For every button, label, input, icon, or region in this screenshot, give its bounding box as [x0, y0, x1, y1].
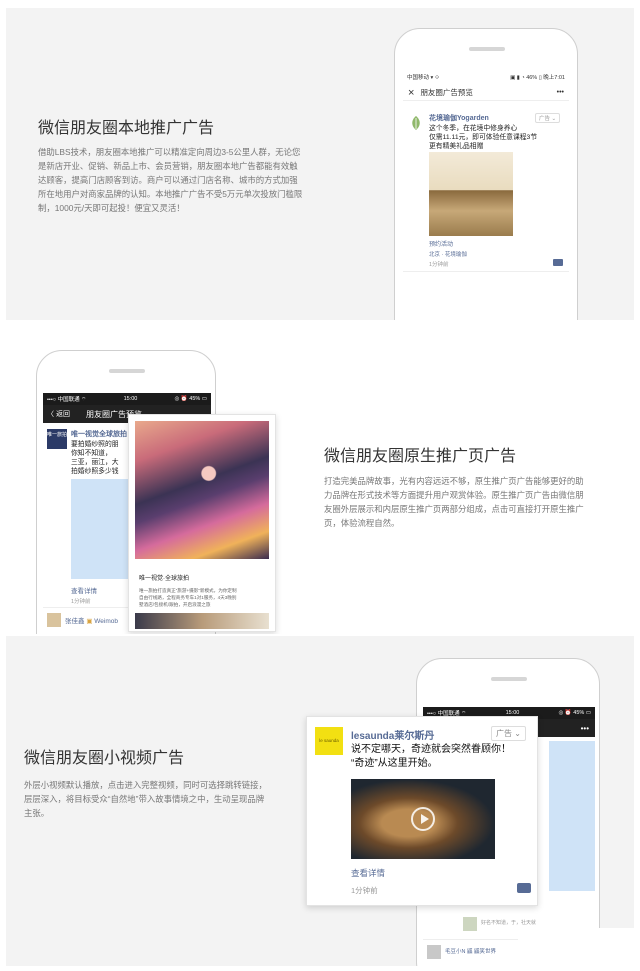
back-button[interactable]: 〈 返回: [47, 409, 70, 419]
nav-title: 朋友圈广告预览: [420, 88, 473, 97]
brand-logo[interactable]: le saunda: [315, 727, 343, 755]
section-native-ad: •••○ 中国联通 ⌔ 15:00 ◎ ⏰ 45% ▭ 〈 返回 朋友圈广告预览…: [6, 322, 634, 634]
more-icon[interactable]: •••: [581, 724, 589, 733]
ad-image[interactable]: [429, 152, 513, 236]
ad-text: 这个冬季，在花境中修身养心 仅需11.11元，即可体验任意课程3节 更有精美礼品…: [429, 125, 538, 150]
avatar[interactable]: [463, 917, 477, 931]
ad-link[interactable]: 查看详情: [71, 585, 97, 595]
ad-location[interactable]: 北京 · 花境瑜伽: [429, 250, 467, 258]
native-page-thumbnail: [135, 613, 269, 629]
ad-tag[interactable]: 广告 ⌄: [491, 726, 526, 741]
phone-screen: 中国移动 ▾ ⟐ ▣ ▮ ◔ 46% ▯ 晚上7:01 × 朋友圈广告预览 ••…: [403, 71, 569, 320]
native-page-text: 唯一旅拍打造真正“旅游+摄影”新模式，为你定制 自由行线路，全程商务专车1对1服…: [139, 588, 237, 607]
blank-corner: [518, 928, 640, 971]
brand-logo-icon: [412, 116, 420, 130]
video-player[interactable]: [351, 779, 495, 859]
play-icon[interactable]: [411, 807, 435, 831]
section-title: 微信朋友圈本地推广广告: [38, 120, 215, 137]
close-icon[interactable]: ×: [408, 87, 414, 99]
nav-bar: × 朋友圈广告预览 •••: [403, 85, 569, 101]
native-page-image: [135, 421, 269, 559]
ad-link[interactable]: 预约活动: [429, 239, 453, 248]
comment-icon[interactable]: [517, 883, 531, 893]
phone-mockup: 中国移动 ▾ ⟐ ▣ ▮ ◔ 46% ▯ 晚上7:01 × 朋友圈广告预览 ••…: [394, 28, 578, 320]
next-user-name[interactable]: 张佳鑫 ▣ Weimob: [65, 615, 118, 625]
ad-time: 1分钟前: [351, 886, 378, 895]
advertiser-name[interactable]: 唯一视觉全球旅拍: [71, 429, 127, 439]
phone-speaker: [469, 47, 505, 51]
section-description: 外层小视频默认播放，点击进入完整视频，同时可选择跳转链接， 层层深入，将目标受众…: [24, 780, 267, 818]
avatar[interactable]: [427, 945, 441, 959]
status-bar: •••○ 中国联通 ⌔ 15:00 ◎ ⏰ 45% ▭: [43, 393, 211, 405]
section-description: 借助LBS技术，朋友圈本地推广可以精准定向周边3-5公里人群，无论您 是新店开业…: [38, 147, 303, 213]
advertiser-name[interactable]: 花境瑜伽Yogarden: [429, 113, 489, 123]
native-page-preview[interactable]: 唯一视觉·全球旅拍 唯一旅拍打造真正“旅游+摄影”新模式，为你定制 自由行线路，…: [128, 414, 276, 632]
section-title: 微信朋友圈小视频广告: [24, 750, 185, 767]
phone-speaker: [491, 677, 527, 681]
ad-time: 1分钟前: [71, 599, 91, 605]
more-icon[interactable]: •••: [557, 89, 564, 96]
video-ad-card[interactable]: le saunda lesaunda莱尔斯丹 广告 ⌄ 说不定哪天，奇迹就会突然…: [306, 716, 538, 906]
section-title: 微信朋友圈原生推广页广告: [324, 448, 517, 465]
section-description: 打造完美品牌故事，光有内容远远不够，原生推广页广告能够更好的助 力品牌在形式技术…: [324, 476, 584, 528]
ad-time: 1分钟前: [429, 262, 449, 268]
native-page-caption: 唯一视觉·全球旅拍: [139, 576, 189, 582]
next-user-name[interactable]: 毛豆小N 鼷 鼷笑世界: [445, 947, 496, 955]
comment-text: 好名不知道，于，社天就: [481, 920, 537, 926]
avatar[interactable]: [47, 613, 61, 627]
ad-text: 要拍婚纱照的朋 你知不知道， 三亚，丽江，大 拍婚纱照多少钱: [71, 441, 119, 475]
advertiser-name[interactable]: lesaunda莱尔斯丹: [351, 727, 434, 742]
phone-speaker: [109, 369, 145, 373]
status-bar: 中国移动 ▾ ⟐ ▣ ▮ ◔ 46% ▯ 晚上7:01: [407, 74, 565, 82]
comment-icon[interactable]: [553, 259, 563, 266]
feed-image: [549, 741, 595, 891]
brand-logo[interactable]: 唯一旅拍: [47, 429, 67, 449]
section-local-ad: 微信朋友圈本地推广广告 借助LBS技术，朋友圈本地推广可以精准定向周边3-5公里…: [6, 8, 634, 320]
divider: [403, 271, 569, 272]
ad-tag[interactable]: 广告 ⌄: [535, 113, 561, 123]
ad-link[interactable]: 查看详情: [351, 867, 385, 879]
section-video-ad: 微信朋友圈小视频广告 外层小视频默认播放，点击进入完整视频，同时可选择跳转链接，…: [6, 636, 634, 966]
ad-text: 说不定哪天，奇迹就会突然眷顾你！ “奇迹”从这里开始。: [351, 744, 511, 769]
